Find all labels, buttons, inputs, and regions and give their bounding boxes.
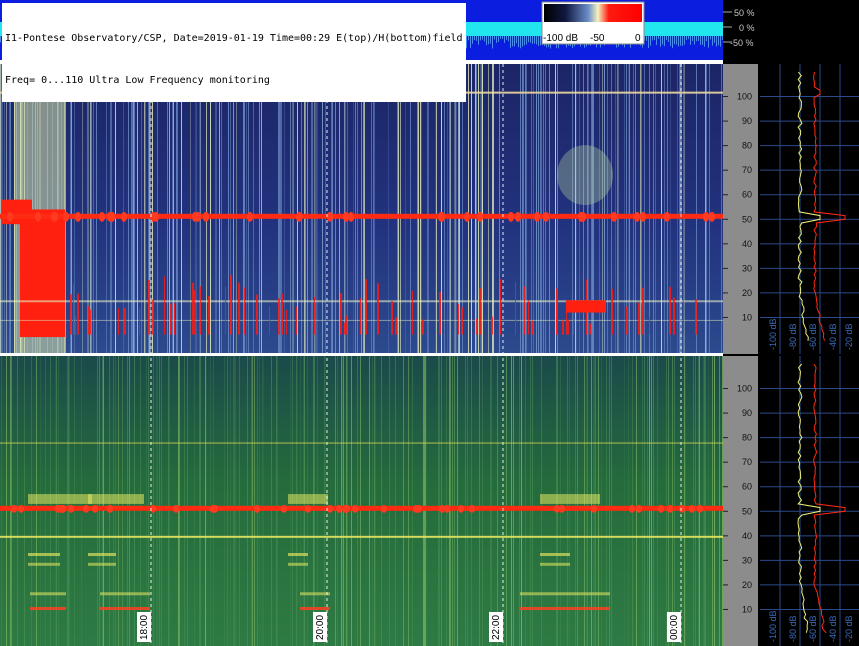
strip-tick-0: 0 % — [739, 23, 755, 33]
time-marker-label: 00:00 — [669, 615, 680, 640]
h-field-spectrogram — [0, 356, 723, 646]
strip-tick-minus50: -50 % — [730, 38, 754, 48]
freq-tick-label: 10 — [742, 604, 752, 614]
spectrum-db-label: -80 dB — [788, 615, 798, 642]
freq-tick-label: 30 — [742, 555, 752, 565]
spectrum-panel-h: -100 dB -80 dB -60 dB -40 dB -20 dB — [760, 356, 859, 646]
header-line-2: Freq= 0...110 Ultra Low Frequency monito… — [5, 75, 270, 86]
spectrum-panel-e-bg — [760, 64, 859, 354]
freq-tick-label: 80 — [742, 141, 752, 151]
colorbar-label-max: 0 — [635, 33, 641, 44]
spectrum-db-label: -60 dB — [808, 323, 818, 350]
colorbar-gradient — [544, 4, 642, 22]
colorbar: -100 dB -50 0 — [541, 1, 645, 45]
freq-tick-label: 100 — [737, 92, 752, 102]
freq-axis-h: 10 20 30 40 50 60 70 80 90 100 — [723, 356, 758, 646]
freq-tick-label: 100 — [737, 384, 752, 394]
freq-tick-label: 80 — [742, 433, 752, 443]
time-marker-label: 20:00 — [315, 615, 326, 640]
time-marker-label: 22:00 — [491, 615, 502, 640]
spectrum-db-label: -60 dB — [808, 615, 818, 642]
spectrum-db-label: -40 dB — [828, 615, 838, 642]
freq-tick-label: 70 — [742, 165, 752, 175]
spectrum-db-label: -20 dB — [844, 615, 854, 642]
freq-tick-label: 40 — [742, 531, 752, 541]
freq-tick-label: 60 — [742, 482, 752, 492]
strip-tick-50: 50 % — [734, 8, 755, 18]
spectrum-db-label: -40 dB — [828, 323, 838, 350]
e-field-spectrogram — [0, 64, 723, 354]
spectrum-panel-e: -100 dB -80 dB -60 dB -40 dB -20 dB — [760, 64, 859, 354]
freq-tick-label: 90 — [742, 408, 752, 418]
chart-header: I1-Pontese Observatory/CSP, Date=2019-01… — [2, 3, 466, 102]
freq-tick-label: 90 — [742, 116, 752, 126]
panel-separator — [0, 353, 723, 356]
freq-tick-label: 20 — [742, 580, 752, 590]
spectrum-db-label: -80 dB — [788, 323, 798, 350]
freq-axis-e: 10 20 30 40 50 60 70 80 90 100 — [723, 64, 758, 354]
colorbar-label-min: -100 dB — [543, 33, 578, 44]
freq-axis-e-bg — [723, 64, 758, 354]
spectrum-panel-h-bg — [760, 356, 859, 646]
time-marker-label: 18:00 — [139, 615, 150, 640]
spectrum-db-label: -100 dB — [768, 610, 778, 642]
freq-tick-label: 30 — [742, 263, 752, 273]
freq-tick-label: 60 — [742, 190, 752, 200]
freq-tick-label: 50 — [742, 214, 752, 224]
colorbar-label-mid: -50 — [590, 33, 605, 44]
freq-tick-label: 70 — [742, 457, 752, 467]
spectrum-db-label: -20 dB — [844, 323, 854, 350]
freq-tick-label: 50 — [742, 506, 752, 516]
spectrum-db-label: -100 dB — [768, 318, 778, 350]
freq-tick-label: 40 — [742, 239, 752, 249]
freq-tick-label: 10 — [742, 312, 752, 322]
header-line-1: I1-Pontese Observatory/CSP, Date=2019-01… — [5, 33, 463, 44]
freq-tick-label: 20 — [742, 288, 752, 298]
freq-axis-h-bg — [723, 356, 758, 646]
